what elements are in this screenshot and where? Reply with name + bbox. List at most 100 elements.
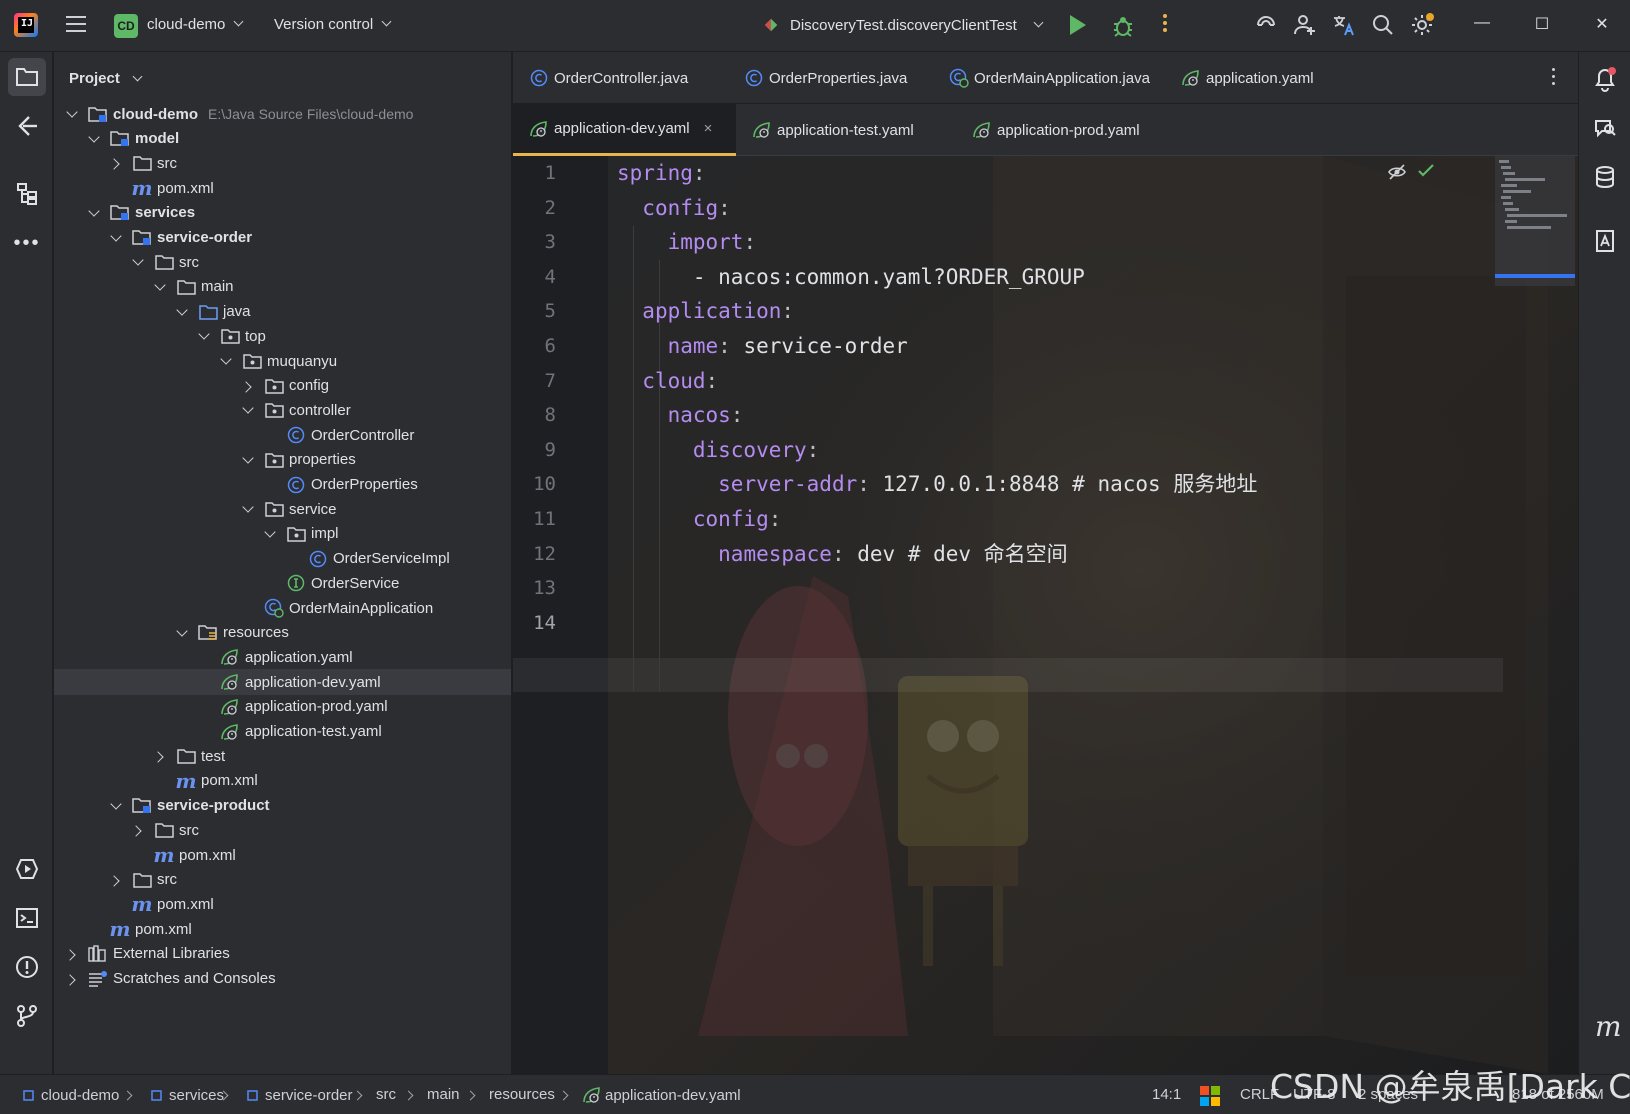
project-tool-icon[interactable] [8,58,46,96]
tree-node[interactable]: application-prod.yaml [54,694,511,720]
chevron-down-icon[interactable] [242,404,254,416]
tree-node[interactable]: controller [54,397,511,423]
chevron-right-icon[interactable] [132,824,144,836]
tree-node[interactable]: m pom.xml [54,175,511,201]
problems-tool-icon[interactable] [8,948,46,986]
minimize-icon[interactable]: — [1471,14,1493,36]
tree-node[interactable]: Scratches and Consoles [54,966,511,992]
tree-node[interactable]: m pom.xml [54,768,511,794]
chevron-right-icon[interactable] [66,948,78,960]
editor-tab[interactable]: application-dev.yaml × [513,104,736,156]
chevron-right-icon[interactable] [242,380,254,392]
tree-node[interactable]: m pom.xml [54,916,511,942]
tree-node[interactable]: External Libraries [54,941,511,967]
chevron-down-icon[interactable] [242,503,254,515]
structure-tool-icon[interactable] [8,175,46,213]
breadcrumb-item[interactable]: resources [489,1086,555,1103]
tree-node[interactable]: java [54,299,511,325]
ai-assistant-icon[interactable] [1254,13,1278,37]
tree-node[interactable]: top [54,323,511,349]
tree-node[interactable]: src [54,150,511,176]
notifications-bell-icon[interactable] [1586,60,1624,98]
database-icon[interactable] [1586,158,1624,196]
caret-position[interactable]: 14:1 [1152,1086,1181,1103]
search-icon[interactable] [1371,13,1395,37]
more-actions-icon[interactable] [1163,14,1167,34]
tree-node[interactable]: application-dev.yaml [54,669,511,696]
tree-node[interactable]: application.yaml [54,644,511,670]
tree-node[interactable]: OrderProperties [54,472,511,498]
tree-node[interactable]: muquanyu [54,348,511,374]
run-icon[interactable] [1070,15,1086,35]
tree-node[interactable]: config [54,373,511,399]
chevron-right-icon[interactable] [110,157,122,169]
chevron-down-icon[interactable] [66,108,78,120]
breadcrumb-item[interactable]: src [376,1086,396,1103]
chevron-down-icon[interactable] [154,281,166,293]
maximize-icon[interactable]: ☐ [1531,14,1553,36]
chevron-down-icon[interactable] [220,355,232,367]
tree-node[interactable]: test [54,743,511,769]
chevron-down-icon[interactable] [88,133,100,145]
tree-node[interactable]: m pom.xml [54,842,511,868]
tree-node[interactable]: main [54,274,511,300]
tree-node[interactable]: service-order [54,225,511,251]
chevron-down-icon[interactable] [264,528,276,540]
minimap-viewport[interactable] [1495,274,1575,278]
chevron-down-icon[interactable] [176,306,188,318]
chevron-right-icon[interactable] [154,750,166,762]
tree-node[interactable]: cloud-demo E:\Java Source Files\cloud-dem… [54,101,511,127]
breadcrumb-item[interactable]: services [146,1086,224,1104]
ai-chat-icon[interactable] [1586,109,1624,147]
ai-assistant-side-icon[interactable] [1586,222,1624,260]
chevron-down-icon[interactable] [198,330,210,342]
project-panel-header[interactable]: Project [69,70,143,87]
tree-node[interactable]: properties [54,447,511,473]
tree-node[interactable]: m pom.xml [54,891,511,917]
tree-node[interactable]: OrderMainApplication [54,595,511,621]
debug-icon[interactable] [1112,14,1134,38]
add-user-icon[interactable] [1293,13,1317,37]
editor-tab[interactable]: application-test.yaml [736,104,954,156]
tree-node[interactable]: OrderServiceImpl [54,546,511,572]
vcs-widget[interactable]: Version control [274,16,392,33]
tree-node[interactable]: services [54,200,511,226]
tab-actions-icon[interactable] [1552,68,1556,89]
tree-node[interactable]: src [54,249,511,275]
tree-node[interactable]: src [54,817,511,843]
run-config-selector[interactable]: DiscoveryTest.discoveryClientTest [762,16,1044,34]
tree-node[interactable]: model [54,126,511,152]
intellij-logo-icon[interactable]: IJ [14,13,38,37]
minimap[interactable] [1495,156,1575,286]
chevron-down-icon[interactable] [110,232,122,244]
editor-tab[interactable]: application-prod.yaml [956,104,1186,156]
commit-tool-icon[interactable] [8,107,46,145]
tree-node[interactable]: service [54,496,511,522]
editor-tab[interactable]: OrderMainApplication.java [933,52,1163,104]
editor-tab[interactable]: OrderProperties.java [728,52,931,104]
chevron-right-icon[interactable] [66,973,78,985]
tree-node[interactable]: resources [54,620,511,646]
close-window-icon[interactable]: ✕ [1591,14,1613,36]
tree-node[interactable]: src [54,867,511,893]
main-menu-icon[interactable] [66,16,86,32]
services-tool-icon[interactable] [8,850,46,888]
project-badge[interactable]: CD [114,14,138,38]
breadcrumb-item[interactable]: application-dev.yaml [582,1086,741,1104]
tree-node[interactable]: OrderService [54,570,511,596]
tree-node[interactable]: impl [54,521,511,547]
chevron-right-icon[interactable] [110,874,122,886]
tree-node[interactable]: service-product [54,793,511,819]
editor-tab[interactable]: application.yaml [1165,52,1365,104]
chevron-down-icon[interactable] [132,256,144,268]
chevron-down-icon[interactable] [88,207,100,219]
breadcrumb-item[interactable]: cloud-demo [18,1086,119,1104]
breadcrumb-item[interactable]: main [427,1086,460,1103]
tree-node[interactable]: application-test.yaml [54,719,511,745]
tree-node[interactable]: OrderController [54,422,511,448]
project-switcher[interactable]: cloud-demo [147,16,244,33]
chevron-down-icon[interactable] [110,800,122,812]
more-tools-icon[interactable]: ••• [8,224,46,262]
reader-mode-eye-icon[interactable] [1388,164,1406,180]
settings-gear-icon[interactable] [1410,13,1434,37]
